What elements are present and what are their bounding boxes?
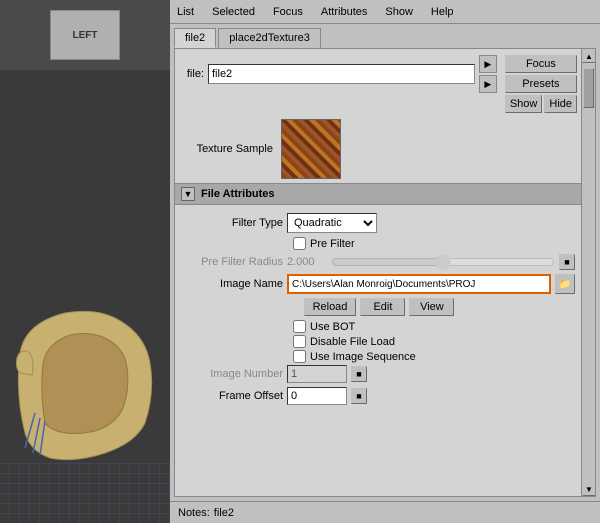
file-attributes-section: ▼ File Attributes Filter Type Quadratic bbox=[175, 183, 581, 496]
use-image-sequence-row: Use Image Sequence bbox=[183, 350, 575, 363]
section-header: ▼ File Attributes bbox=[175, 183, 581, 205]
hide-button[interactable]: Hide bbox=[544, 95, 577, 113]
pre-filter-radius-label: Pre Filter Radius bbox=[183, 256, 283, 268]
scroll-track[interactable] bbox=[582, 63, 595, 482]
input-arrow-btn-2[interactable]: ▶ bbox=[479, 75, 497, 93]
input-arrow-btn-1[interactable]: ▶ bbox=[479, 55, 497, 73]
disable-file-load-row: Disable File Load bbox=[183, 335, 575, 348]
frame-offset-input[interactable] bbox=[287, 387, 347, 405]
tab-bar: file2 place2dTexture3 bbox=[170, 24, 600, 48]
focus-button[interactable]: Focus bbox=[505, 55, 577, 73]
menu-selected[interactable]: Selected bbox=[209, 5, 258, 19]
notes-bar: Notes: file2 bbox=[170, 501, 600, 523]
file-input[interactable] bbox=[208, 64, 475, 84]
view-button[interactable]: View bbox=[409, 298, 454, 316]
collapse-button[interactable]: ▼ bbox=[181, 187, 195, 201]
action-buttons-row: Reload Edit View bbox=[183, 298, 575, 316]
slider-mini-btn[interactable]: ■ bbox=[559, 254, 575, 270]
content-area: file: ▶ ▶ Focus Presets Show Hide bbox=[174, 48, 596, 497]
menu-bar: List Selected Focus Attributes Show Help bbox=[170, 0, 600, 24]
side-buttons: ▶ ▶ bbox=[479, 55, 497, 93]
cube-label: LEFT bbox=[73, 30, 98, 41]
image-name-label: Image Name bbox=[183, 278, 283, 290]
edit-button[interactable]: Edit bbox=[360, 298, 405, 316]
pre-filter-row: Pre Filter bbox=[183, 237, 575, 250]
scroll-down-arrow[interactable]: ▼ bbox=[582, 482, 596, 496]
use-bot-label: Use BOT bbox=[310, 321, 355, 333]
filter-type-row: Filter Type Quadratic bbox=[183, 213, 575, 233]
grid-floor bbox=[0, 463, 170, 523]
pre-filter-label: Pre Filter bbox=[310, 238, 355, 250]
right-panel: List Selected Focus Attributes Show Help… bbox=[170, 0, 600, 523]
frame-offset-mini-btn[interactable]: ■ bbox=[351, 388, 367, 404]
pre-filter-checkbox[interactable] bbox=[293, 237, 306, 250]
3d-viewport[interactable] bbox=[0, 70, 170, 523]
image-number-label: Image Number bbox=[183, 368, 283, 380]
frame-offset-label: Frame Offset bbox=[183, 390, 283, 402]
image-name-row: Image Name 📁 bbox=[183, 274, 575, 294]
menu-focus[interactable]: Focus bbox=[270, 5, 306, 19]
menu-list[interactable]: List bbox=[174, 5, 197, 19]
slider-container: ■ bbox=[331, 254, 575, 270]
filter-type-select[interactable]: Quadratic bbox=[287, 213, 377, 233]
section-content: Filter Type Quadratic Pre Filter Pre Fil… bbox=[175, 205, 581, 496]
image-number-mini-btn[interactable]: ■ bbox=[351, 366, 367, 382]
texture-label: Texture Sample bbox=[183, 143, 273, 155]
reload-button[interactable]: Reload bbox=[304, 298, 357, 316]
show-button[interactable]: Show bbox=[505, 95, 543, 113]
tab-file2[interactable]: file2 bbox=[174, 28, 216, 48]
scroll-up-arrow[interactable]: ▲ bbox=[582, 49, 596, 63]
disable-file-load-label: Disable File Load bbox=[310, 336, 395, 348]
presets-button[interactable]: Presets bbox=[505, 75, 577, 93]
disable-file-load-checkbox[interactable] bbox=[293, 335, 306, 348]
tab-place2d[interactable]: place2dTexture3 bbox=[218, 28, 321, 48]
folder-button[interactable]: 📁 bbox=[555, 274, 575, 294]
main-content: file: ▶ ▶ Focus Presets Show Hide bbox=[175, 49, 581, 496]
image-number-input[interactable] bbox=[287, 365, 347, 383]
use-bot-checkbox[interactable] bbox=[293, 320, 306, 333]
file-label: file: bbox=[179, 68, 204, 80]
use-bot-row: Use BOT bbox=[183, 320, 575, 333]
menu-attributes[interactable]: Attributes bbox=[318, 5, 370, 19]
view-cube: LEFT bbox=[50, 10, 120, 60]
use-image-sequence-checkbox[interactable] bbox=[293, 350, 306, 363]
notes-label: Notes: bbox=[178, 507, 210, 519]
scroll-thumb[interactable] bbox=[583, 68, 594, 108]
tab-place2d-label: place2dTexture3 bbox=[229, 32, 310, 44]
filter-type-label: Filter Type bbox=[183, 217, 283, 229]
section-title: File Attributes bbox=[201, 188, 275, 200]
menu-help[interactable]: Help bbox=[428, 5, 457, 19]
texture-sample bbox=[281, 119, 341, 179]
menu-show[interactable]: Show bbox=[382, 5, 416, 19]
viewport-panel[interactable]: LEFT bbox=[0, 0, 170, 523]
tab-file2-label: file2 bbox=[185, 32, 205, 44]
frame-offset-row: Frame Offset ■ bbox=[183, 387, 575, 405]
pre-filter-radius-value: 2.000 bbox=[287, 256, 327, 268]
main-scrollbar[interactable]: ▲ ▼ bbox=[581, 49, 595, 496]
image-number-row: Image Number ■ bbox=[183, 365, 575, 383]
notes-value: file2 bbox=[214, 507, 234, 519]
texture-area: Texture Sample bbox=[175, 115, 581, 183]
image-name-input[interactable] bbox=[287, 274, 551, 294]
pre-filter-slider[interactable] bbox=[331, 255, 555, 269]
pre-filter-radius-row: Pre Filter Radius 2.000 ■ bbox=[183, 254, 575, 270]
use-image-sequence-label: Use Image Sequence bbox=[310, 351, 416, 363]
chair-svg bbox=[5, 293, 165, 473]
